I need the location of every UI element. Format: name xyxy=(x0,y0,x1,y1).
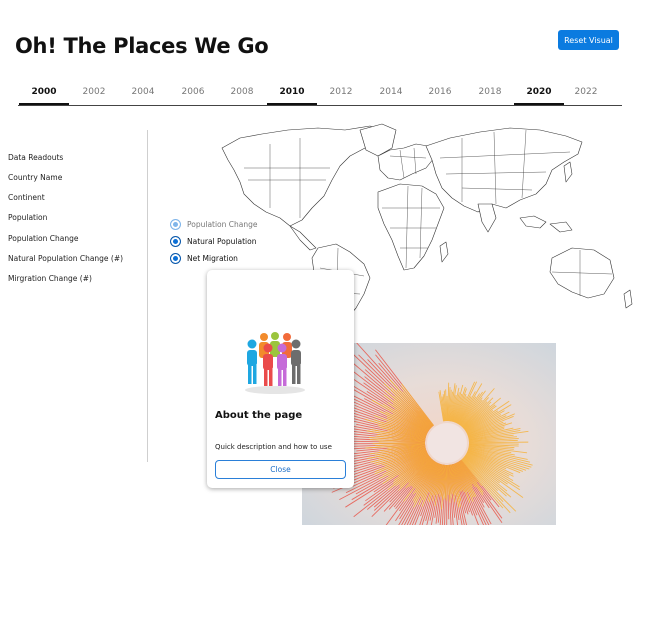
radial-bar xyxy=(468,441,529,444)
option-label: Population Change xyxy=(187,219,258,229)
about-modal: About the page Quick description and how… xyxy=(207,270,354,488)
option-label: Net Migration xyxy=(187,253,238,263)
reset-visual-button[interactable]: Reset Visual xyxy=(558,30,619,50)
readout-population-change: Population Change xyxy=(8,234,79,243)
option-net-migration[interactable]: Net Migration xyxy=(170,252,238,264)
year-tab-2008[interactable]: 2008 xyxy=(217,87,267,97)
year-tab-2002[interactable]: 2002 xyxy=(69,87,119,97)
panel-divider xyxy=(147,130,148,462)
year-tab-2020-underline xyxy=(514,103,564,105)
radio-icon[interactable] xyxy=(170,235,181,247)
readout-continent: Continent xyxy=(8,193,45,202)
readout-natural-population-change: Natural Population Change (#) xyxy=(8,254,124,263)
year-tab-2000[interactable]: 2000 xyxy=(19,87,69,97)
modal-description: Quick description and how to use xyxy=(215,443,332,451)
readout-population: Population xyxy=(8,213,48,222)
year-tab-2014[interactable]: 2014 xyxy=(366,87,416,97)
year-tab-2006[interactable]: 2006 xyxy=(168,87,218,97)
readout-migration-change: Mirgration Change (#) xyxy=(8,274,92,283)
modal-title: About the page xyxy=(215,410,303,421)
year-tab-2000-underline xyxy=(19,103,69,105)
year-tab-2012[interactable]: 2012 xyxy=(316,87,366,97)
year-timeline: 2000 2002 2004 2006 2008 2010 2012 2014 … xyxy=(18,80,622,106)
year-tab-2020[interactable]: 2020 xyxy=(514,87,564,97)
people-group-icon xyxy=(245,332,305,394)
page-title: Oh! The Places We Go xyxy=(15,34,269,58)
year-tab-2018[interactable]: 2018 xyxy=(465,87,515,97)
year-tab-2010-underline xyxy=(267,103,317,105)
option-label: Natural Population xyxy=(187,236,257,246)
year-tab-2022[interactable]: 2022 xyxy=(561,87,611,97)
option-natural-population[interactable]: Natural Population xyxy=(170,235,256,247)
readout-heading: Data Readouts xyxy=(8,153,64,162)
radio-icon[interactable] xyxy=(170,252,181,264)
year-tab-2016[interactable]: 2016 xyxy=(415,87,465,97)
year-tab-2010[interactable]: 2010 xyxy=(267,87,317,97)
year-tab-2004[interactable]: 2004 xyxy=(118,87,168,97)
close-button[interactable]: Close xyxy=(215,460,346,479)
radio-icon[interactable] xyxy=(170,218,181,230)
readout-country-name: Country Name xyxy=(8,173,63,182)
option-population-change[interactable]: Population Change xyxy=(170,218,258,230)
